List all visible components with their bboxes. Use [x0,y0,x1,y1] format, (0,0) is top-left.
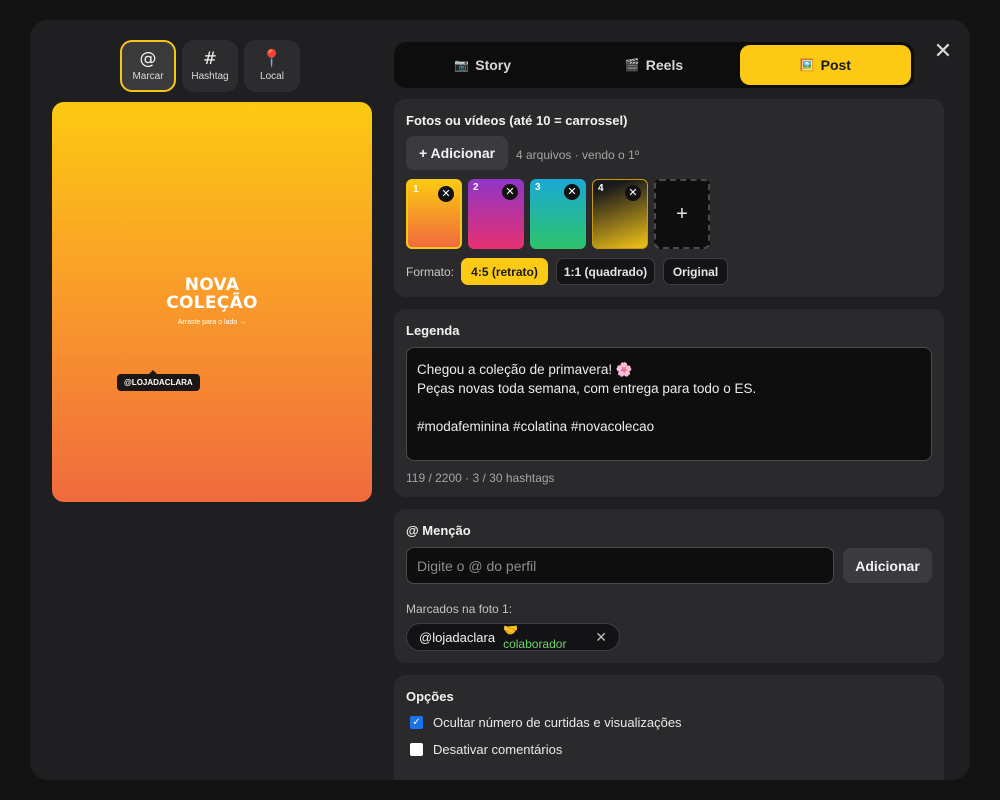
tool-marcar-button[interactable]: @ Marcar [120,40,176,92]
thumb-number: 3 [535,182,541,193]
preview-tools: @ Marcar # Hashtag 📍 Local [120,40,300,92]
preview-title-line2: COLEÇÃO [166,293,258,313]
tagged-label: Marcados na foto 1: [406,602,513,616]
location-pin-icon: 📍 [261,49,283,69]
checkbox-unchecked[interactable] [410,743,423,756]
hashtag-icon: # [202,49,218,69]
media-thumb[interactable]: 1 ✕ [406,179,462,249]
checkbox-checked[interactable]: ✓ [410,716,423,729]
mention-title: @ Menção [406,523,471,538]
option-label: Desativar comentários [433,742,563,757]
media-thumb[interactable]: 2 ✕ [468,179,524,249]
remove-icon[interactable]: ✕ [438,186,454,202]
caption-textarea[interactable]: Chegou a coleção de primavera! 🌸 Peças n… [406,347,932,461]
media-thumb[interactable]: 4 ✕ [592,179,648,249]
thumb-number: 1 [413,184,419,195]
options-card: Opções ✓ Ocultar número de curtidas e vi… [394,675,944,780]
clapper-icon: 🎬 [624,58,640,72]
tab-story[interactable]: 📷 Story [397,45,568,85]
thumb-number: 2 [473,182,479,193]
tool-label: Local [260,71,284,82]
tagged-username: @lojadaclara [419,629,496,645]
media-thumb[interactable]: 3 ✕ [530,179,586,249]
tab-label: Post [820,57,851,73]
tool-label: Hashtag [191,71,229,82]
caption-card: Legenda Chegou a coleção de primavera! 🌸… [394,309,944,497]
tab-label: Reels [645,57,684,73]
tool-local-button[interactable]: 📍 Local [244,40,300,92]
content-type-tabs: 📷 Story 🎬 Reels 🖼️ Post [394,42,914,88]
option-label: Ocultar número de curtidas e visualizaçõ… [433,715,682,730]
remove-icon[interactable]: ✕ [625,185,641,201]
caption-counter: 119 / 2200 · 3 / 30 hashtags [406,471,555,485]
options-title: Opções [406,689,454,704]
tab-post[interactable]: 🖼️ Post [739,45,911,85]
format-option-1-1[interactable]: 1:1 (quadrado) [556,258,655,285]
add-media-button[interactable]: + Adicionar [406,136,508,170]
preview-user-tag[interactable]: @LOJADACLARA [117,370,200,391]
tagged-role: 🤝 colaborador [503,623,567,651]
picture-icon: 🖼️ [799,58,815,72]
post-composer-modal: ✕ @ Marcar # Hashtag 📍 Local NOVA COLEÇÃ… [30,20,970,780]
tab-reels[interactable]: 🎬 Reels [568,45,739,85]
remove-icon[interactable]: ✕ [502,184,518,200]
option-hide-likes[interactable]: ✓ Ocultar número de curtidas e visualiza… [410,715,682,730]
caption-title: Legenda [406,323,460,338]
add-mention-button[interactable]: Adicionar [843,548,932,583]
mention-input[interactable]: Digite o @ do perfil [406,547,834,584]
preview-subtitle: Arraste para o lado → [177,319,247,326]
preview-title: NOVA COLEÇÃO [52,276,372,312]
media-info: 4 arquivos · vendo o 1º [516,148,640,162]
at-icon: @ [139,49,157,69]
tool-hashtag-button[interactable]: # Hashtag [182,40,238,92]
mention-card: @ Menção Digite o @ do perfil Adicionar … [394,509,944,663]
format-label: Formato: [406,265,455,279]
thumb-number: 4 [598,183,604,194]
tab-label: Story [475,57,512,73]
media-card: Fotos ou vídeos (até 10 = carrossel) + A… [394,99,944,297]
camera-icon: 📷 [454,58,470,72]
media-title: Fotos ou vídeos (até 10 = carrossel) [406,113,628,128]
close-icon[interactable]: ✕ [933,40,953,62]
tagged-user-pill: @lojadaclara 🤝 colaborador ✕ [406,623,620,651]
remove-icon[interactable]: ✕ [564,184,580,200]
tool-label: Marcar [132,71,164,82]
post-preview[interactable]: NOVA COLEÇÃO Arraste para o lado → @LOJA… [52,102,372,502]
format-option-4-5[interactable]: 4:5 (retrato) [461,258,548,285]
add-thumb-button[interactable]: + [654,179,710,249]
option-disable-comments[interactable]: Desativar comentários [410,742,562,757]
format-option-original[interactable]: Original [663,258,728,285]
preview-title-line1: NOVA [184,275,240,295]
remove-tag-icon[interactable]: ✕ [595,629,607,646]
